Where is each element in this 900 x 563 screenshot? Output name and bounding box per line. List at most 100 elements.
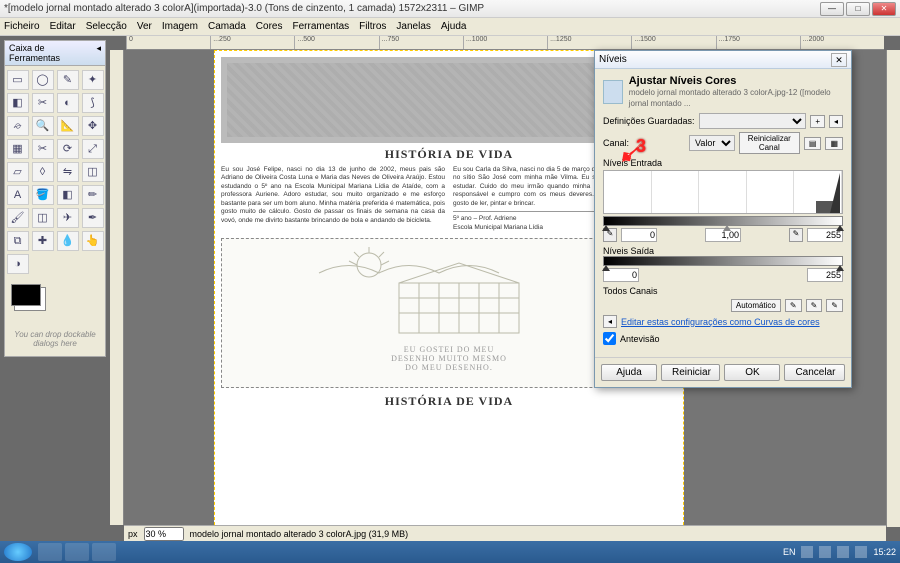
cancel-button[interactable]: Cancelar: [784, 364, 845, 381]
fuzzy-select-tool[interactable]: ✦: [82, 70, 104, 90]
tray-lang[interactable]: EN: [783, 547, 796, 557]
unit-selector[interactable]: px: [128, 529, 138, 539]
input-gradient[interactable]: [603, 216, 843, 226]
tray-icon[interactable]: [819, 546, 831, 558]
preview-checkbox[interactable]: [603, 332, 616, 345]
dialog-header: Ajustar Níveis Cores: [629, 75, 843, 87]
headline-2: HISTÓRIA DE VIDA: [221, 394, 677, 409]
pick-black-icon[interactable]: ✎: [785, 299, 802, 312]
menu-seleccao[interactable]: Selecção: [86, 21, 127, 32]
gamma-slider[interactable]: [723, 225, 731, 231]
preset-menu-button[interactable]: ◂: [829, 115, 843, 128]
histogram-log-icon[interactable]: ▦: [825, 137, 843, 150]
white-point-slider[interactable]: [836, 225, 844, 231]
bucket-fill-tool[interactable]: 🪣: [32, 185, 54, 205]
reset-channel-button[interactable]: Reinicializar Canal: [739, 132, 800, 154]
menu-cores[interactable]: Cores: [256, 21, 283, 32]
minimize-button[interactable]: —: [820, 2, 844, 16]
blur-tool[interactable]: 💧: [57, 231, 79, 251]
pick-gray-icon[interactable]: ✎: [806, 299, 823, 312]
menu-filtros[interactable]: Filtros: [359, 21, 386, 32]
fg-bg-color-swatch[interactable]: [11, 284, 41, 306]
preview-label: Antevisão: [620, 334, 660, 344]
white-picker-icon[interactable]: ✎: [789, 228, 803, 242]
move-tool[interactable]: ✥: [82, 116, 104, 136]
rect-select-tool[interactable]: ▭: [7, 70, 29, 90]
pick-white-icon[interactable]: ✎: [826, 299, 843, 312]
presets-label: Definições Guardadas:: [603, 116, 695, 126]
smudge-tool[interactable]: 👆: [82, 231, 104, 251]
shear-tool[interactable]: ▱: [7, 162, 29, 182]
perspective-tool[interactable]: ◊: [32, 162, 54, 182]
presets-select[interactable]: [699, 113, 807, 129]
dialog-close-button[interactable]: ✕: [831, 53, 847, 67]
paintbrush-tool[interactable]: 🖌: [7, 208, 29, 228]
toolbox-panel: Caixa de Ferramentas ◂ ▭ ◯ ✎ ✦ ◧ ✂ ◐ ⟆ ⌮…: [4, 40, 106, 357]
menu-ajuda[interactable]: Ajuda: [441, 21, 467, 32]
align-tool[interactable]: ▦: [7, 139, 29, 159]
low-input[interactable]: [621, 228, 657, 242]
out-black-slider[interactable]: [602, 265, 610, 271]
histogram-linear-icon[interactable]: ▤: [804, 137, 822, 150]
channel-select[interactable]: Valor: [689, 135, 735, 151]
menu-ficheiro[interactable]: Ficheiro: [4, 21, 40, 32]
scrollbar-vertical[interactable]: [886, 50, 900, 527]
system-tray: EN 15:22: [783, 546, 896, 558]
zoom-tool[interactable]: 🔍: [32, 116, 54, 136]
measure-tool[interactable]: 📐: [57, 116, 79, 136]
tray-icon[interactable]: [801, 546, 813, 558]
airbrush-tool[interactable]: ✈: [57, 208, 79, 228]
menu-janelas[interactable]: Janelas: [396, 21, 430, 32]
pencil-tool[interactable]: ✏: [82, 185, 104, 205]
out-white-slider[interactable]: [836, 265, 844, 271]
tray-clock[interactable]: 15:22: [873, 547, 896, 557]
maximize-button[interactable]: □: [846, 2, 870, 16]
eraser-tool[interactable]: ◫: [32, 208, 54, 228]
output-gradient[interactable]: [603, 256, 843, 266]
zoom-field[interactable]: [144, 527, 184, 541]
black-point-slider[interactable]: [602, 225, 610, 231]
blend-tool[interactable]: ◧: [57, 185, 79, 205]
clone-tool[interactable]: ⧉: [7, 231, 29, 251]
text-tool[interactable]: A: [7, 185, 29, 205]
scissors-tool[interactable]: ✂: [32, 93, 54, 113]
toolbox-collapse-icon[interactable]: ◂: [96, 43, 101, 63]
curves-icon[interactable]: ◂: [603, 315, 617, 328]
ellipse-select-tool[interactable]: ◯: [32, 70, 54, 90]
task-button-1[interactable]: [38, 543, 62, 561]
crop-tool[interactable]: ✂: [32, 139, 54, 159]
tray-icon[interactable]: [855, 546, 867, 558]
dialog-title: Níveis: [599, 54, 831, 65]
help-button[interactable]: Ajuda: [601, 364, 657, 381]
reset-button[interactable]: Reiniciar: [661, 364, 720, 381]
cage-tool[interactable]: ◫: [82, 162, 104, 182]
foreground-select-tool[interactable]: ◐: [57, 93, 79, 113]
add-preset-button[interactable]: +: [810, 115, 825, 128]
ink-tool[interactable]: ✒: [82, 208, 104, 228]
menu-ver[interactable]: Ver: [137, 21, 152, 32]
task-button-2[interactable]: [65, 543, 89, 561]
ok-button[interactable]: OK: [724, 364, 780, 381]
menu-ferramentas[interactable]: Ferramentas: [292, 21, 349, 32]
close-button[interactable]: ✕: [872, 2, 896, 16]
paths-tool[interactable]: ⟆: [82, 93, 104, 113]
toolbox-dropzone: You can drop dockable dialogs here: [5, 322, 105, 356]
levels-dialog: Níveis ✕ Ajustar Níveis Cores modelo jor…: [594, 50, 852, 388]
start-button[interactable]: [4, 543, 32, 561]
task-button-3[interactable]: [92, 543, 116, 561]
dodge-tool[interactable]: ◑: [7, 254, 29, 274]
edit-as-curves-link[interactable]: Editar estas configurações como Curvas d…: [621, 317, 820, 327]
color-select-tool[interactable]: ◧: [7, 93, 29, 113]
heal-tool[interactable]: ✚: [32, 231, 54, 251]
menu-imagem[interactable]: Imagem: [162, 21, 198, 32]
scale-tool[interactable]: ⤢: [82, 139, 104, 159]
color-picker-tool[interactable]: ⌮: [7, 116, 29, 136]
menu-camada[interactable]: Camada: [208, 21, 246, 32]
tray-icon[interactable]: [837, 546, 849, 558]
free-select-tool[interactable]: ✎: [57, 70, 79, 90]
auto-button[interactable]: Automático: [731, 299, 781, 312]
ruler-vertical: [110, 50, 124, 525]
menu-editar[interactable]: Editar: [50, 21, 76, 32]
flip-tool[interactable]: ⇋: [57, 162, 79, 182]
rotate-tool[interactable]: ⟳: [57, 139, 79, 159]
